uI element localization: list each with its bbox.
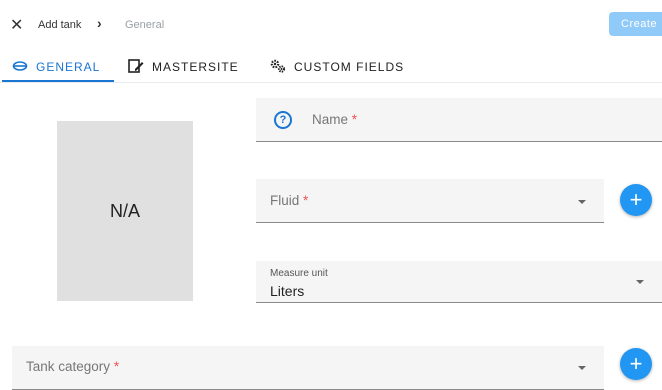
dropdown-arrow-icon [578, 366, 586, 370]
measure-unit-value: Liters [270, 283, 305, 299]
help-icon[interactable]: ? [274, 111, 292, 129]
tank-icon [12, 60, 28, 75]
measure-unit-select[interactable]: Measure unit Liters [256, 261, 662, 303]
required-mark: * [303, 193, 309, 208]
tab-mastersite-label: MASTERSITE [152, 60, 239, 74]
breadcrumb-item-add-tank: Add tank [38, 19, 82, 31]
measure-unit-label: Measure unit [270, 268, 328, 279]
plus-icon: + [629, 187, 643, 212]
tank-image-placeholder[interactable]: N/A [57, 121, 193, 301]
tank-category-label-text: Tank category [26, 359, 111, 374]
required-mark: * [351, 112, 358, 127]
fluid-field-label: Fluid * [270, 193, 308, 208]
breadcrumb-item-general: General [125, 19, 165, 31]
tab-general[interactable]: GENERAL [12, 52, 100, 82]
add-tank-category-button[interactable]: + [620, 348, 652, 380]
fluid-label-text: Fluid [270, 193, 300, 208]
dropdown-arrow-icon [636, 280, 644, 284]
fluid-select[interactable]: Fluid * [256, 179, 604, 223]
create-button[interactable]: Create [609, 12, 662, 36]
chevron-right-icon: › [97, 15, 102, 31]
site-edit-icon [128, 58, 144, 76]
add-fluid-button[interactable]: + [620, 184, 652, 216]
tank-category-select[interactable]: Tank category * [12, 346, 604, 390]
tab-general-label: GENERAL [36, 60, 101, 74]
required-mark: * [113, 359, 120, 374]
tabs-divider [0, 82, 662, 83]
close-icon[interactable]: ✕ [10, 18, 23, 34]
tab-custom-fields-label: CUSTOM FIELDS [294, 60, 405, 74]
image-placeholder-text: N/A [109, 200, 140, 221]
tab-mastersite[interactable]: MASTERSITE [128, 52, 239, 82]
tank-category-field-label: Tank category * [26, 359, 119, 374]
dropdown-arrow-icon [578, 200, 586, 204]
name-field-label: Name * [312, 112, 357, 127]
name-label-text: Name [312, 112, 349, 127]
gears-icon [270, 59, 286, 76]
tab-custom-fields[interactable]: CUSTOM FIELDS [270, 52, 404, 82]
plus-icon: + [629, 351, 643, 376]
name-field[interactable]: ? Name * [256, 98, 662, 142]
